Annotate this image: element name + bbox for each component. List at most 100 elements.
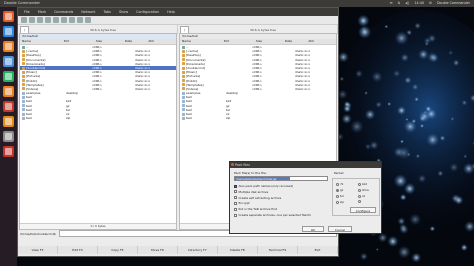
radio-icon[interactable] bbox=[336, 182, 339, 186]
packer-radio[interactable]: bz2 bbox=[358, 182, 367, 186]
column-header-size[interactable]: Size bbox=[80, 39, 102, 44]
cancel-button[interactable]: Cancel bbox=[328, 226, 352, 232]
delete-button[interactable]: Delete F8 bbox=[218, 246, 258, 254]
menu-show[interactable]: Show bbox=[115, 10, 132, 14]
mail-icon[interactable]: ✉ bbox=[390, 1, 393, 5]
checkbox-icon[interactable] bbox=[234, 196, 237, 200]
edit-button[interactable]: Edit F4 bbox=[58, 246, 98, 254]
column-header-date[interactable]: Date bbox=[102, 39, 132, 44]
browser-icon[interactable] bbox=[3, 41, 14, 52]
packer-radio[interactable]: lzma bbox=[358, 188, 369, 192]
bokeh-light bbox=[405, 118, 409, 121]
files-icon[interactable] bbox=[3, 26, 14, 37]
gear-icon[interactable]: ⚙ bbox=[429, 1, 432, 5]
configure-button[interactable]: Configure bbox=[350, 207, 376, 213]
column-header-date[interactable]: Date bbox=[262, 39, 292, 44]
terminal-button[interactable]: Terminal F9 bbox=[258, 246, 298, 254]
refresh-icon[interactable] bbox=[21, 17, 27, 23]
menu-tabs[interactable]: Tabs bbox=[99, 10, 115, 14]
bokeh-light bbox=[461, 99, 468, 106]
menu-file[interactable]: File bbox=[20, 10, 34, 14]
packer-radio-label: bz2 bbox=[362, 182, 368, 186]
checkbox-icon[interactable] bbox=[234, 201, 237, 205]
column-header-ext[interactable]: Ext bbox=[62, 39, 80, 44]
folder-icon bbox=[181, 70, 185, 74]
clock[interactable]: 14:40 bbox=[414, 1, 424, 5]
pack-option-checkbox[interactable]: Multiple disk archive bbox=[234, 190, 268, 194]
bokeh-light bbox=[361, 27, 366, 31]
radio-icon[interactable] bbox=[358, 188, 361, 192]
ok-button[interactable]: OK bbox=[302, 226, 324, 232]
checkbox-icon[interactable] bbox=[234, 190, 237, 194]
make-directory-button[interactable]: Directory F7 bbox=[178, 246, 218, 254]
file-row[interactable]: test zip bbox=[20, 116, 176, 120]
right-file-list[interactable]: .. <DIR> [.cache] <DIR> drwxr-xr-x [Desktop] <… bbox=[180, 45, 336, 120]
left-file-panel[interactable]: /home/bob Name Ext Size Date Attr .. <DIR… bbox=[19, 33, 177, 230]
pack-option-checkbox[interactable]: Also pack path names (only recursed) bbox=[234, 184, 293, 188]
launcher-glyph bbox=[5, 43, 12, 50]
menu-network[interactable]: Network bbox=[77, 10, 99, 14]
pack-option-checkbox[interactable]: Create separate archives, one per select… bbox=[234, 213, 311, 217]
bokeh-light bbox=[399, 193, 407, 201]
packer-radio[interactable] bbox=[358, 200, 362, 203]
checkbox-icon[interactable] bbox=[234, 207, 237, 211]
pack-option-checkbox[interactable]: Encrypt bbox=[234, 201, 250, 205]
menu-commands[interactable]: Commands bbox=[50, 10, 77, 14]
packer-radio[interactable]: tar bbox=[336, 194, 344, 198]
column-header-size[interactable]: Size bbox=[240, 39, 262, 44]
packer-radio[interactable]: zip bbox=[336, 200, 344, 204]
move-button[interactable]: Move F6 bbox=[138, 246, 178, 254]
launcher-glyph bbox=[5, 148, 12, 155]
store-icon[interactable] bbox=[3, 101, 14, 112]
menu-help[interactable]: Help bbox=[163, 10, 179, 14]
radio-icon[interactable] bbox=[336, 200, 339, 204]
column-header-attr[interactable]: Attr bbox=[132, 39, 154, 44]
pack-path-input[interactable]: /home/bob/doublecmd.tar.gz bbox=[234, 176, 328, 181]
unpack-icon[interactable] bbox=[61, 17, 67, 23]
file-row[interactable]: test zip bbox=[180, 116, 336, 120]
menu-configuration[interactable]: Configuration bbox=[132, 10, 163, 14]
folder-icon bbox=[181, 87, 185, 91]
copy-button[interactable]: Copy F5 bbox=[98, 246, 138, 254]
column-header-ext[interactable]: Ext bbox=[222, 39, 240, 44]
close-icon[interactable] bbox=[231, 163, 234, 166]
full-view-icon[interactable] bbox=[37, 17, 43, 23]
terminal-icon[interactable] bbox=[85, 17, 91, 23]
calc-icon[interactable] bbox=[3, 71, 14, 82]
column-header-attr[interactable]: Attr bbox=[292, 39, 314, 44]
search-icon[interactable] bbox=[69, 17, 75, 23]
bokeh-light bbox=[460, 243, 468, 252]
column-header-name[interactable]: Name bbox=[20, 39, 62, 44]
pack-icon[interactable] bbox=[53, 17, 59, 23]
dash-icon[interactable] bbox=[3, 11, 14, 22]
radio-icon[interactable] bbox=[358, 194, 361, 198]
column-header-name[interactable]: Name bbox=[180, 39, 222, 44]
network-icon[interactable]: ⇅ bbox=[397, 1, 400, 5]
settings-icon[interactable] bbox=[3, 131, 14, 142]
doublecmd-icon[interactable] bbox=[3, 146, 14, 157]
writer-icon[interactable] bbox=[3, 56, 14, 67]
menu-mark[interactable]: Mark bbox=[34, 10, 50, 14]
rename-icon[interactable] bbox=[77, 17, 83, 23]
exit-button[interactable]: Exit bbox=[298, 246, 338, 254]
impress-icon[interactable] bbox=[3, 86, 14, 97]
pack-option-checkbox[interactable]: Put in the TAR archive first bbox=[234, 207, 277, 211]
brief-view-icon[interactable] bbox=[29, 17, 35, 23]
radio-icon[interactable] bbox=[336, 194, 339, 198]
left-file-list[interactable]: .. <DIR> [.cache] <DIR> drwxr-xr-x [Desktop] <… bbox=[20, 45, 176, 120]
checkbox-icon[interactable] bbox=[234, 213, 237, 217]
radio-icon[interactable] bbox=[358, 200, 361, 203]
packer-radio[interactable]: 7z bbox=[336, 182, 343, 186]
select-all-icon[interactable] bbox=[45, 17, 51, 23]
pack-option-checkbox[interactable]: Create self extracting archive bbox=[234, 196, 281, 200]
checkbox-checked-icon[interactable] bbox=[234, 184, 237, 188]
volume-icon[interactable]: ◂)) bbox=[405, 1, 409, 5]
radio-selected-icon[interactable] bbox=[336, 188, 339, 192]
system-tray[interactable]: ✉ ⇅ ◂)) 14:40 ⚙ Double Commander bbox=[390, 1, 470, 5]
radio-icon[interactable] bbox=[358, 182, 361, 186]
view-button[interactable]: View F3 bbox=[18, 246, 58, 254]
amazon-icon[interactable] bbox=[3, 116, 14, 127]
folder-icon bbox=[21, 66, 25, 70]
packer-radio[interactable]: gz bbox=[336, 188, 343, 192]
packer-radio[interactable]: xz bbox=[358, 194, 365, 198]
